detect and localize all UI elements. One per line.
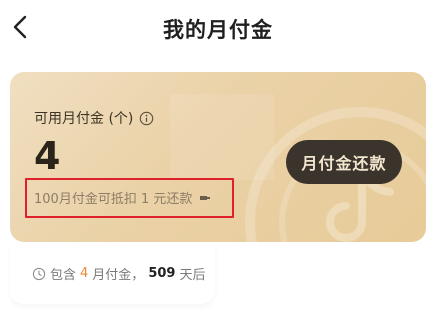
info-prefix: 包含 — [50, 268, 77, 283]
page-title: 我的月付金 — [163, 18, 273, 42]
header-bar: 我的月付金 — [0, 0, 436, 56]
info-circle-icon[interactable] — [139, 111, 154, 126]
repay-button[interactable]: 月付金还款 — [286, 140, 402, 184]
balance-value: 4 — [34, 134, 61, 178]
balance-label-row: 可用月付金 (个) — [34, 108, 154, 128]
info-count: 4 — [80, 266, 89, 281]
expiry-info-row: 包含 4 月付金， 509 天后 — [32, 264, 205, 283]
monthly-coins-page: 我的月付金 可用月付金 (个) 4 100月付金可抵扣 1 元还款 月付金还款 — [0, 0, 436, 324]
clock-icon — [32, 267, 46, 280]
info-unit-text: 月付金， — [92, 268, 145, 283]
balance-label: 可用月付金 (个) — [34, 111, 134, 127]
info-strip: 包含 4 月付金， 509 天后 — [10, 242, 215, 304]
annotation-highlight-box — [25, 178, 234, 218]
info-days: 509 — [148, 266, 176, 281]
info-days-text: 天后 — [179, 268, 206, 283]
